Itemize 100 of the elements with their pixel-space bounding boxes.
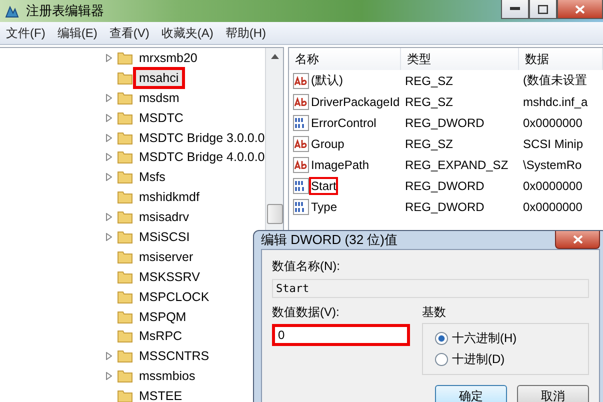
dialog-title: 编辑 DWORD (32 位)值 — [261, 231, 398, 249]
close-icon — [572, 235, 582, 244]
column-header[interactable]: 名称 — [289, 48, 401, 70]
tree-item[interactable]: msahci — [136, 70, 182, 86]
tree-item[interactable]: MSPQM — [136, 308, 190, 325]
folder-icon — [117, 290, 133, 304]
column-header[interactable]: 数据 — [519, 48, 603, 70]
maximize-button[interactable] — [529, 0, 557, 19]
expand-arrow-icon[interactable] — [106, 213, 112, 222]
folder-icon — [117, 310, 133, 324]
tree-item[interactable]: MSDTC Bridge 4.0.0.0 — [136, 149, 265, 166]
folder-icon — [117, 190, 133, 204]
value-type: REG_SZ — [404, 94, 454, 108]
value-name[interactable]: DriverPackageId — [311, 94, 400, 108]
value-name[interactable]: Start — [311, 178, 336, 192]
value-data: mshdc.inf_a — [522, 94, 589, 108]
folder-icon — [117, 369, 133, 384]
binary-value-icon — [293, 198, 309, 214]
tree-item[interactable]: MSDTC — [136, 110, 186, 126]
tree-item[interactable]: MSDTC Bridge 3.0.0.0 — [136, 130, 265, 146]
value-type: REG_DWORD — [404, 116, 486, 130]
string-value-icon — [293, 136, 309, 152]
minimize-button[interactable] — [501, 0, 529, 19]
value-type: REG_DWORD — [404, 178, 486, 192]
expand-arrow-icon[interactable] — [106, 54, 112, 62]
expand-arrow-icon[interactable] — [106, 372, 112, 380]
folder-icon — [117, 250, 133, 264]
tree-item[interactable]: MSiSCSI — [136, 228, 193, 245]
dialog-button[interactable]: 确定 — [435, 385, 507, 402]
tree-item[interactable]: MsRPC — [136, 328, 186, 344]
group-label: 基数 — [422, 304, 447, 321]
expand-arrow-icon[interactable] — [106, 173, 112, 182]
menu-item[interactable]: 收藏夹(A) — [155, 24, 220, 42]
expand-arrow-icon[interactable] — [106, 232, 112, 241]
binary-value-icon — [293, 178, 309, 194]
radio-option[interactable]: 十进制(D) — [435, 351, 576, 368]
menu-item[interactable]: 帮助(H) — [219, 24, 272, 42]
folder-icon — [117, 270, 133, 284]
value-type: REG_EXPAND_SZ — [404, 158, 510, 172]
value-data: \SystemRo — [522, 158, 583, 172]
expand-arrow-icon[interactable] — [106, 94, 112, 102]
close-icon — [575, 4, 585, 14]
field-label: 数值名称(N): — [272, 258, 341, 275]
value-name[interactable]: ImagePath — [311, 158, 370, 172]
value-name[interactable]: (默认) — [311, 72, 343, 89]
window-title: 注册表编辑器 — [26, 2, 104, 20]
value-data: SCSI Minip — [522, 136, 584, 150]
expand-arrow-icon[interactable] — [106, 153, 112, 162]
column-header[interactable]: 类型 — [401, 48, 519, 70]
menu-item[interactable]: 编辑(E) — [51, 24, 104, 42]
maximize-icon — [538, 4, 548, 14]
folder-icon — [117, 130, 133, 144]
string-value-icon — [293, 156, 309, 172]
scroll-thumb[interactable] — [266, 204, 282, 224]
field-label: 数值数据(V): — [272, 304, 340, 321]
tree-item[interactable]: MSSCNTRS — [136, 348, 212, 364]
tree-item[interactable]: msisadrv — [136, 209, 192, 226]
value-data-field[interactable]: 0 — [272, 324, 410, 346]
tree-item[interactable]: msdsm — [136, 90, 182, 106]
value-name[interactable]: Type — [311, 200, 338, 214]
value-name-field[interactable]: Start — [272, 279, 589, 298]
value-data: 0x0000000 — [522, 116, 584, 130]
value-name[interactable]: Group — [311, 136, 344, 150]
folder-icon — [117, 150, 133, 164]
value-name[interactable]: ErrorControl — [311, 116, 376, 130]
close-button[interactable] — [555, 231, 600, 249]
tree-item[interactable]: mrxsmb20 — [136, 50, 200, 66]
tree-item[interactable]: mssmbios — [136, 368, 198, 384]
expand-arrow-icon[interactable] — [106, 114, 112, 122]
tree-item[interactable]: MSTEE — [136, 388, 186, 402]
string-value-icon — [293, 94, 309, 110]
value-type: REG_DWORD — [404, 200, 486, 214]
string-value-icon — [293, 72, 309, 88]
folder-icon — [117, 170, 133, 184]
expand-arrow-icon[interactable] — [106, 352, 112, 360]
menu-item[interactable]: 文件(F) — [0, 24, 52, 42]
folder-icon — [117, 230, 133, 244]
menu-item[interactable]: 查看(V) — [103, 24, 156, 42]
folder-icon — [117, 389, 133, 402]
folder-icon — [117, 349, 133, 364]
value-data: (数值未设置 — [522, 72, 588, 89]
tree-item[interactable]: MSKSSRV — [136, 268, 203, 285]
folder-icon — [117, 70, 133, 85]
tree-item[interactable]: msiserver — [136, 248, 196, 265]
minimize-icon — [510, 7, 520, 11]
scroll-up-icon[interactable] — [270, 54, 278, 58]
folder-icon — [117, 90, 133, 105]
value-type: REG_SZ — [404, 74, 454, 88]
close-button[interactable] — [557, 0, 603, 19]
dialog-button[interactable]: 取消 — [517, 385, 589, 402]
folder-icon — [117, 329, 133, 344]
radio-option[interactable]: 十六进制(H) — [435, 330, 576, 347]
folder-icon — [117, 110, 133, 125]
tree-item[interactable]: MSPCLOCK — [136, 288, 212, 305]
value-type: REG_SZ — [404, 136, 454, 150]
value-data: 0x0000000 — [522, 200, 584, 214]
tree-item[interactable]: Msfs — [136, 169, 168, 186]
folder-icon — [117, 50, 133, 65]
expand-arrow-icon[interactable] — [106, 134, 112, 142]
tree-item[interactable]: mshidkmdf — [136, 189, 202, 206]
